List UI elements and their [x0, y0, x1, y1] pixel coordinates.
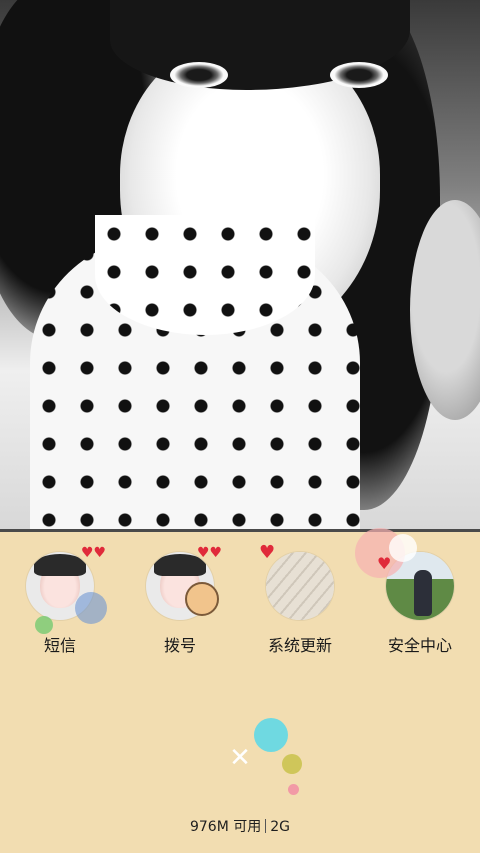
olive-bubble-decor	[282, 754, 302, 774]
polka-dot-collar	[95, 215, 315, 335]
heart-icon: ♥♥	[197, 545, 223, 561]
memory-available-text: 976M 可用	[189, 819, 262, 835]
blue-bubble-decor	[75, 592, 107, 624]
heart-balloon-icon: ♥	[377, 554, 392, 573]
network-type-text: 2G	[270, 819, 291, 835]
launcher-screen: ♥♥ 短信 ♥♥ 拨号 ♥ 系统更新 ♥ 安全中心 ✕ 976M 可用 2G	[0, 0, 480, 853]
cartoon-face-decor	[185, 582, 219, 616]
heart-icon: ♥♥	[81, 545, 107, 561]
status-separator	[265, 819, 267, 833]
app-label: 安全中心	[387, 636, 452, 655]
left-eye-shape	[170, 62, 228, 88]
app-dialer[interactable]: ♥♥ 拨号	[125, 546, 235, 662]
app-dock: ♥♥ 短信 ♥♥ 拨号 ♥ 系统更新 ♥ 安全中心	[0, 528, 480, 662]
app-label: 拨号	[163, 636, 196, 655]
pink-dot-decor	[288, 784, 299, 795]
mini-hair-shape	[34, 554, 86, 576]
wallpaper-divider	[0, 529, 480, 532]
app-messages[interactable]: ♥♥ 短信	[5, 546, 115, 662]
app-label: 系统更新	[267, 636, 332, 655]
sketch-drawing-icon	[266, 552, 334, 620]
app-label: 短信	[43, 636, 76, 655]
memory-status: 976M 可用 2G	[0, 816, 480, 836]
wallpaper-photo	[0, 0, 480, 530]
close-icon[interactable]: ✕	[228, 745, 252, 771]
right-eye-shape	[330, 62, 388, 88]
sketch-texture	[266, 552, 334, 620]
white-bubble-decor	[389, 534, 417, 562]
app-system-update[interactable]: ♥ 系统更新	[245, 544, 355, 662]
person-figure	[414, 570, 432, 616]
cyan-bubble-decor	[254, 718, 288, 752]
app-security-center[interactable]: ♥ 安全中心	[355, 528, 475, 662]
heart-balloon-icon: ♥	[259, 542, 276, 563]
